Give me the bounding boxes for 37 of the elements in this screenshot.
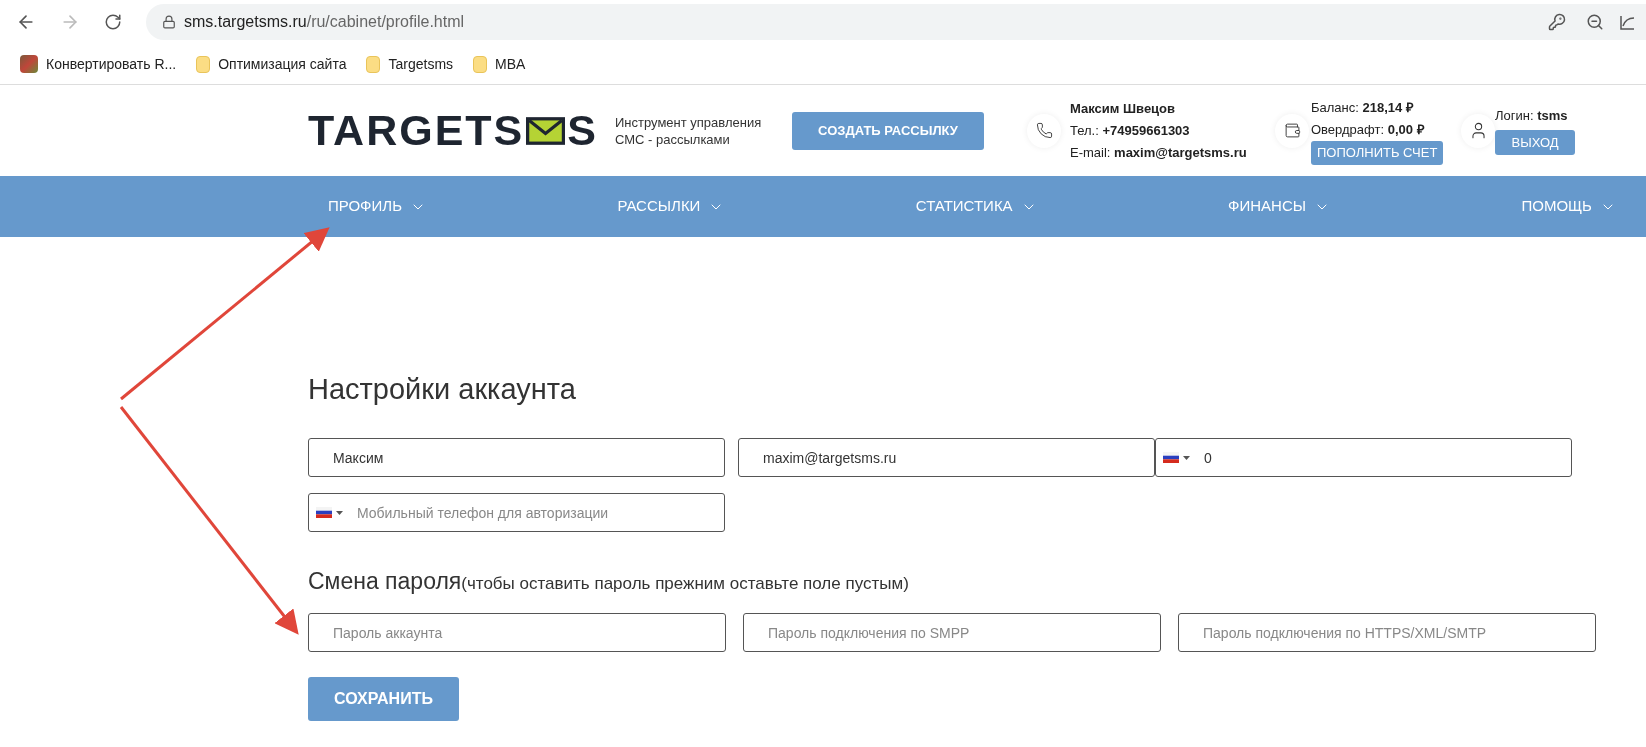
russia-flag-icon [1163,452,1179,464]
contact-name: Максим Швецов [1070,99,1177,118]
lock-icon [162,15,176,29]
tagline-text: Инструмент управления [615,113,763,131]
input-field[interactable]: Максим [308,438,725,478]
bookmark-item[interactable]: Targetsms [366,53,454,75]
bookmark-item[interactable]: Конвертировать R... [20,53,177,75]
overdraft-text: Овердрафт: 0,00 ₽ [1311,120,1425,139]
password-section-title: Смена пароля(чтобы оставить пароль прежним оставьте поле пустым) [308,570,910,594]
tagline-text: СМС - рассылками [615,130,731,148]
reload-icon[interactable] [104,13,122,31]
site-icon [20,55,38,73]
chart-icon[interactable] [1620,14,1634,30]
login-text: Логин: tsms [1495,107,1568,126]
page-title: Настройки аккаунта [308,372,576,407]
caret-icon [1183,455,1190,460]
folder-icon [196,55,211,73]
input-field[interactable]: Пароль аккаунта [308,613,726,653]
balance-text: Баланс: 218,14 ₽ [1311,98,1414,117]
folder-icon [473,55,488,73]
logo[interactable]: TARGETS S [308,109,598,152]
bookmark-item[interactable]: Оптимизация сайта [196,53,347,75]
url-text: sms.targetsms.ru/ru/cabinet/profile.html [184,12,465,32]
input-field[interactable]: Пароль подключения по HTTPS/XML/SMTP [1178,613,1596,653]
contact-phone: Тел.: +74959661303 [1070,121,1191,140]
zoom-out-icon[interactable] [1586,13,1604,31]
input-field[interactable]: Пароль подключения по SMPP [743,613,1161,653]
phone-field[interactable]: 0 [1155,438,1572,478]
folder-icon [366,55,381,73]
address-bar[interactable]: sms.targetsms.ru/ru/cabinet/profile.html [146,4,1646,40]
phone-field[interactable]: Мобильный телефон для авторизации [308,493,725,533]
key-icon[interactable] [1548,13,1566,31]
russia-flag-icon [316,507,332,519]
contact-email: E-mail: maxim@targetsms.ru [1070,143,1248,162]
bookmark-item[interactable]: MBA [473,53,526,75]
input-field[interactable]: maxim@targetsms.ru [738,438,1155,478]
caret-icon [336,510,343,515]
